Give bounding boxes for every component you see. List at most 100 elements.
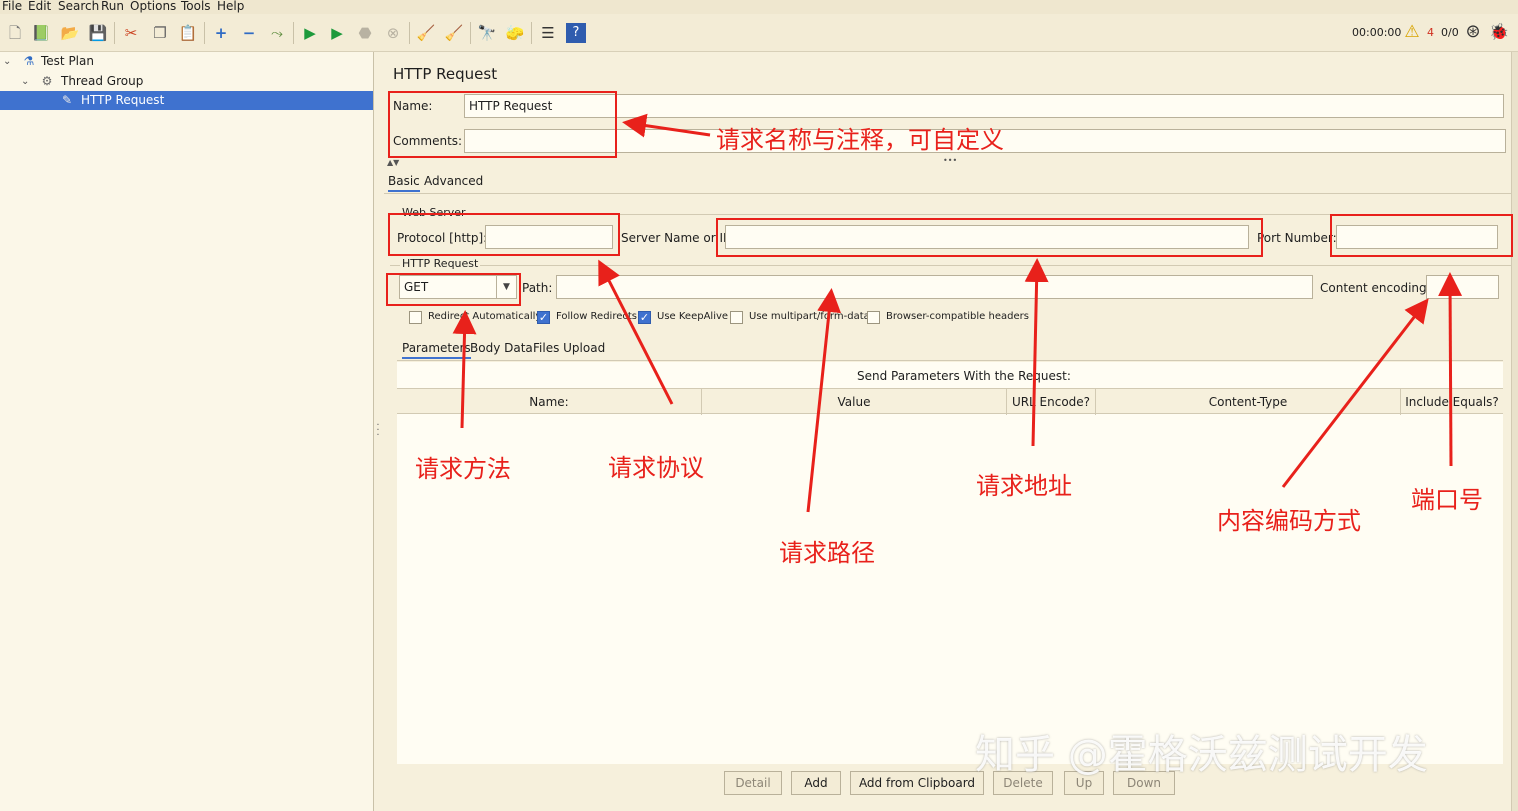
port-label: Port Number: [1257,231,1337,245]
annotation-box-protocol [388,213,620,256]
annotation-box-port [1330,214,1513,257]
tree-item-http-request[interactable]: ✎ HTTP Request [0,91,373,110]
start-no-pause-icon[interactable]: ▶ [327,23,347,43]
function-helper-icon[interactable]: ☰ [538,23,558,43]
annotation-port: 端口号 [1411,486,1483,514]
annotation-box-server [716,218,1263,257]
tree-item-test-plan[interactable]: ⌄ ⚗ Test Plan [0,52,373,71]
gear-icon: ⚙ [41,74,53,88]
path-label: Path: [522,281,553,295]
annotation-encoding: 内容编码方式 [1217,507,1361,535]
chevron-down-icon[interactable]: ⌄ [21,72,29,91]
keepalive-checkbox[interactable]: ✓ [638,311,651,324]
encoding-label: Content encoding: [1320,281,1431,295]
tree-item-thread-group[interactable]: ⌄ ⚙ Thread Group [0,72,373,91]
elapsed-timer: 00:00:00 [1352,26,1402,39]
http-request-section-title: HTTP Request [400,257,481,270]
open-icon[interactable]: 📂 [60,23,80,43]
annotation-path: 请求路径 [779,539,875,567]
remote-icon[interactable]: ⊛ [1463,22,1483,42]
menu-edit[interactable]: Edit [28,0,51,13]
collapse-divider[interactable]: ▲▼ ••• [387,156,1513,167]
menu-search[interactable]: Search [58,0,99,13]
menu-run[interactable]: Run [101,0,124,13]
toolbar: 🗋 📗 📂 💾 ✂ ❐ 📋 + − ⤳ ▶ ▶ ⬣ ⊗ 🧹 🧹 🔭 🧽 ☰ ? … [0,14,1518,52]
menu-bar: File Edit Search Run Options Tools Help [0,0,1518,14]
tab-basic[interactable]: Basic [388,174,420,192]
log-icon[interactable]: 🐞 [1489,22,1509,42]
parameters-area: Send Parameters With the Request: Name: … [397,362,1503,764]
shutdown-icon[interactable]: ⊗ [383,23,403,43]
redirect-auto-label: Redirect Automatically [428,311,542,322]
sub-tab-bar: Parameters Body Data Files Upload [397,339,1503,361]
test-plan-icon: ⚗ [23,54,35,68]
col-url-encode[interactable]: URL Encode? [1007,389,1096,415]
pipette-icon: ✎ [61,93,73,107]
scrollbar[interactable] [1511,52,1518,811]
add-from-clipboard-button[interactable]: Add from Clipboard [850,771,984,795]
browser-headers-checkbox[interactable] [867,311,880,324]
reset-search-icon[interactable]: 🧽 [505,23,525,43]
warning-count: 4 [1427,26,1434,39]
tab-parameters[interactable]: Parameters [402,341,471,359]
annotation-name-comment: 请求名称与注释，可自定义 [716,126,1004,154]
page-title: HTTP Request [393,65,498,83]
tab-files-upload[interactable]: Files Upload [533,341,605,355]
annotation-address: 请求地址 [976,472,1072,500]
warning-icon[interactable]: ⚠ [1402,22,1422,42]
annotation-method: 请求方法 [415,455,511,483]
cut-icon[interactable]: ✂ [121,23,141,43]
http-request-panel: HTTP Request Name: HTTP Request Comments… [382,52,1518,811]
collapse-icon[interactable]: − [239,23,259,43]
paste-icon[interactable]: 📋 [178,23,198,43]
stop-icon[interactable]: ⬣ [355,23,375,43]
params-caption: Send Parameters With the Request: [857,369,1071,383]
start-icon[interactable]: ▶ [300,23,320,43]
add-button[interactable]: Add [791,771,841,795]
clear-icon[interactable]: 🧹 [416,23,436,43]
tab-bar: Basic Advanced [384,170,1518,194]
annotation-box-method [386,273,521,306]
clear-all-icon[interactable]: 🧹 [444,23,464,43]
http-request-divider [390,265,1512,266]
annotation-box-name [388,91,617,158]
tree-item-label: Thread Group [61,74,144,88]
menu-file[interactable]: File [2,0,22,13]
menu-tools[interactable]: Tools [181,0,211,13]
name-field[interactable]: HTTP Request [464,94,1504,118]
tree-item-label: HTTP Request [81,93,165,107]
new-icon[interactable]: 🗋 [5,23,25,43]
path-field[interactable] [556,275,1313,299]
watermark: 知乎 @霍格沃兹测试开发 [975,732,1428,778]
follow-redirects-checkbox[interactable]: ✓ [537,311,550,324]
col-name[interactable]: Name: [397,389,702,415]
toggle-icon[interactable]: ⤳ [267,23,287,43]
detail-button[interactable]: Detail [724,771,782,795]
active-threads: 0/0 [1441,26,1459,39]
copy-icon[interactable]: ❐ [150,23,170,43]
menu-help[interactable]: Help [217,0,244,13]
tree-item-label: Test Plan [41,54,94,68]
templates-icon[interactable]: 📗 [31,23,51,43]
annotation-protocol: 请求协议 [608,454,704,482]
follow-redirects-label: Follow Redirects [556,311,637,322]
expand-icon[interactable]: + [211,23,231,43]
col-value[interactable]: Value [702,389,1007,415]
tab-advanced[interactable]: Advanced [424,174,483,188]
browser-headers-label: Browser-compatible headers [886,311,1029,322]
redirect-auto-checkbox[interactable] [409,311,422,324]
multipart-checkbox[interactable] [730,311,743,324]
save-icon[interactable]: 💾 [88,23,108,43]
col-include-equals[interactable]: Include Equals? [1401,389,1503,415]
chevron-down-icon[interactable]: ⌄ [3,52,11,71]
splitter-handle[interactable]: · · · [374,421,382,441]
tab-body-data[interactable]: Body Data [470,341,533,355]
table-header: Name: Value URL Encode? Content-Type Inc… [397,388,1503,415]
keepalive-label: Use KeepAlive [657,311,729,322]
test-plan-tree: ⌄ ⚗ Test Plan ⌄ ⚙ Thread Group ✎ HTTP Re… [0,52,374,811]
help-icon[interactable]: ? [566,23,586,43]
col-content-type[interactable]: Content-Type [1096,389,1401,415]
encoding-field[interactable] [1426,275,1499,299]
search-icon[interactable]: 🔭 [477,23,497,43]
menu-options[interactable]: Options [130,0,176,13]
